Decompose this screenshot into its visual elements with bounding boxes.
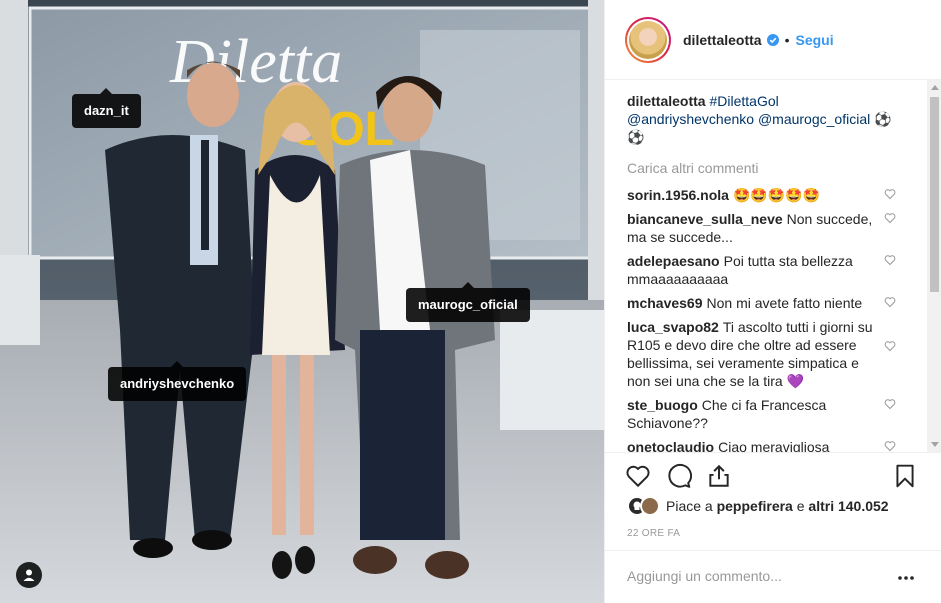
- user-tags-icon: [23, 569, 35, 581]
- comment-username[interactable]: sorin.1956.nola: [627, 187, 729, 203]
- caption-mentions[interactable]: @andriyshevchenko @maurogc_oficial: [627, 111, 870, 127]
- heart-icon[interactable]: [884, 296, 896, 308]
- photo-tag-maurogc[interactable]: maurogc_oficial: [406, 282, 530, 322]
- comment-item: sorin.1956.nola 🤩🤩🤩🤩🤩: [627, 186, 896, 204]
- scroll-thumb[interactable]: [930, 97, 939, 292]
- comment-text: Ciao meravigliosa: [718, 439, 830, 452]
- header-separator: •: [784, 31, 790, 48]
- more-icon[interactable]: [897, 575, 915, 581]
- heart-icon[interactable]: [884, 188, 896, 200]
- add-comment-bar: Aggiungi un commento...: [605, 550, 941, 603]
- avatar[interactable]: [625, 16, 671, 63]
- load-more-comments[interactable]: Carica altri commenti: [627, 160, 927, 176]
- like-heart-icon[interactable]: [625, 463, 651, 489]
- comment-item: adelepaesano Poi tutta sta bellezza mmaaa…: [627, 252, 896, 288]
- caption-username[interactable]: dilettaleotta: [627, 93, 706, 109]
- heart-icon[interactable]: [884, 440, 896, 452]
- caption-hashtag[interactable]: #DilettaGol: [709, 93, 778, 109]
- comment-username[interactable]: ste_buogo: [627, 397, 698, 413]
- user-tags-button[interactable]: [16, 562, 42, 588]
- comment-item: luca_svapo82 Ti ascolto tutti i giorni su…: [627, 318, 896, 390]
- photo-tag-andriyshevchenko[interactable]: andriyshevchenko: [108, 361, 247, 401]
- comment-item: ste_buogo Che ci fa Francesca Schiavone??: [627, 396, 896, 432]
- likes-summary: Piace a peppefirera e altri 140.052: [627, 496, 889, 516]
- share-icon[interactable]: [706, 463, 732, 489]
- comment-item: mchaves69 Non mi avete fatto niente: [627, 294, 896, 312]
- comment-username[interactable]: adelepaesano: [627, 253, 720, 269]
- scroll-down-icon[interactable]: [931, 442, 939, 447]
- likes-first-user[interactable]: peppefirera: [717, 498, 793, 514]
- heart-icon[interactable]: [884, 254, 896, 266]
- scroll-up-icon[interactable]: [931, 85, 939, 90]
- heart-icon[interactable]: [884, 212, 896, 224]
- heart-icon[interactable]: [884, 340, 896, 352]
- post-photo[interactable]: Diletta GOL dazn_it andriyshevchenko mau…: [0, 0, 604, 603]
- bookmark-icon[interactable]: [892, 463, 918, 489]
- comments-list[interactable]: dilettaleotta #DilettaGol @andriyshevche…: [605, 80, 927, 452]
- comment-text: Non mi avete fatto niente: [706, 295, 863, 311]
- likes-others[interactable]: altri 140.052: [808, 498, 888, 514]
- post-header: dilettaleotta • Segui: [605, 0, 941, 80]
- header-username[interactable]: dilettaleotta: [683, 32, 762, 48]
- comment-item: onetoclaudio Ciao meravigliosa: [627, 438, 896, 452]
- comment-username[interactable]: biancaneve_sulla_neve: [627, 211, 783, 227]
- heart-icon[interactable]: [884, 398, 896, 410]
- post-actions: [605, 452, 941, 496]
- post-side-panel: dilettaleotta • Segui dilettaleotta #Dil…: [604, 0, 941, 603]
- comment-username[interactable]: mchaves69: [627, 295, 703, 311]
- comment-icon[interactable]: [666, 463, 692, 489]
- comment-item: biancaneve_sulla_neve Non succede, ma se …: [627, 210, 896, 246]
- caption: dilettaleotta #DilettaGol @andriyshevche…: [627, 92, 897, 146]
- photo-tag-dazn[interactable]: dazn_it: [72, 88, 141, 128]
- verified-icon: [766, 33, 779, 46]
- comment-username[interactable]: onetoclaudio: [627, 439, 714, 452]
- comment-text: 🤩🤩🤩🤩🤩: [732, 187, 821, 203]
- liker-avatar[interactable]: [640, 496, 660, 516]
- post-timestamp[interactable]: 22 ORE FA: [627, 528, 680, 539]
- comments-scrollbar[interactable]: [927, 80, 941, 452]
- follow-button[interactable]: Segui: [795, 32, 833, 48]
- comment-username[interactable]: luca_svapo82: [627, 319, 719, 335]
- likes-text[interactable]: Piace a peppefirera e altri 140.052: [666, 498, 889, 514]
- add-comment-input[interactable]: Aggiungi un commento...: [627, 568, 782, 584]
